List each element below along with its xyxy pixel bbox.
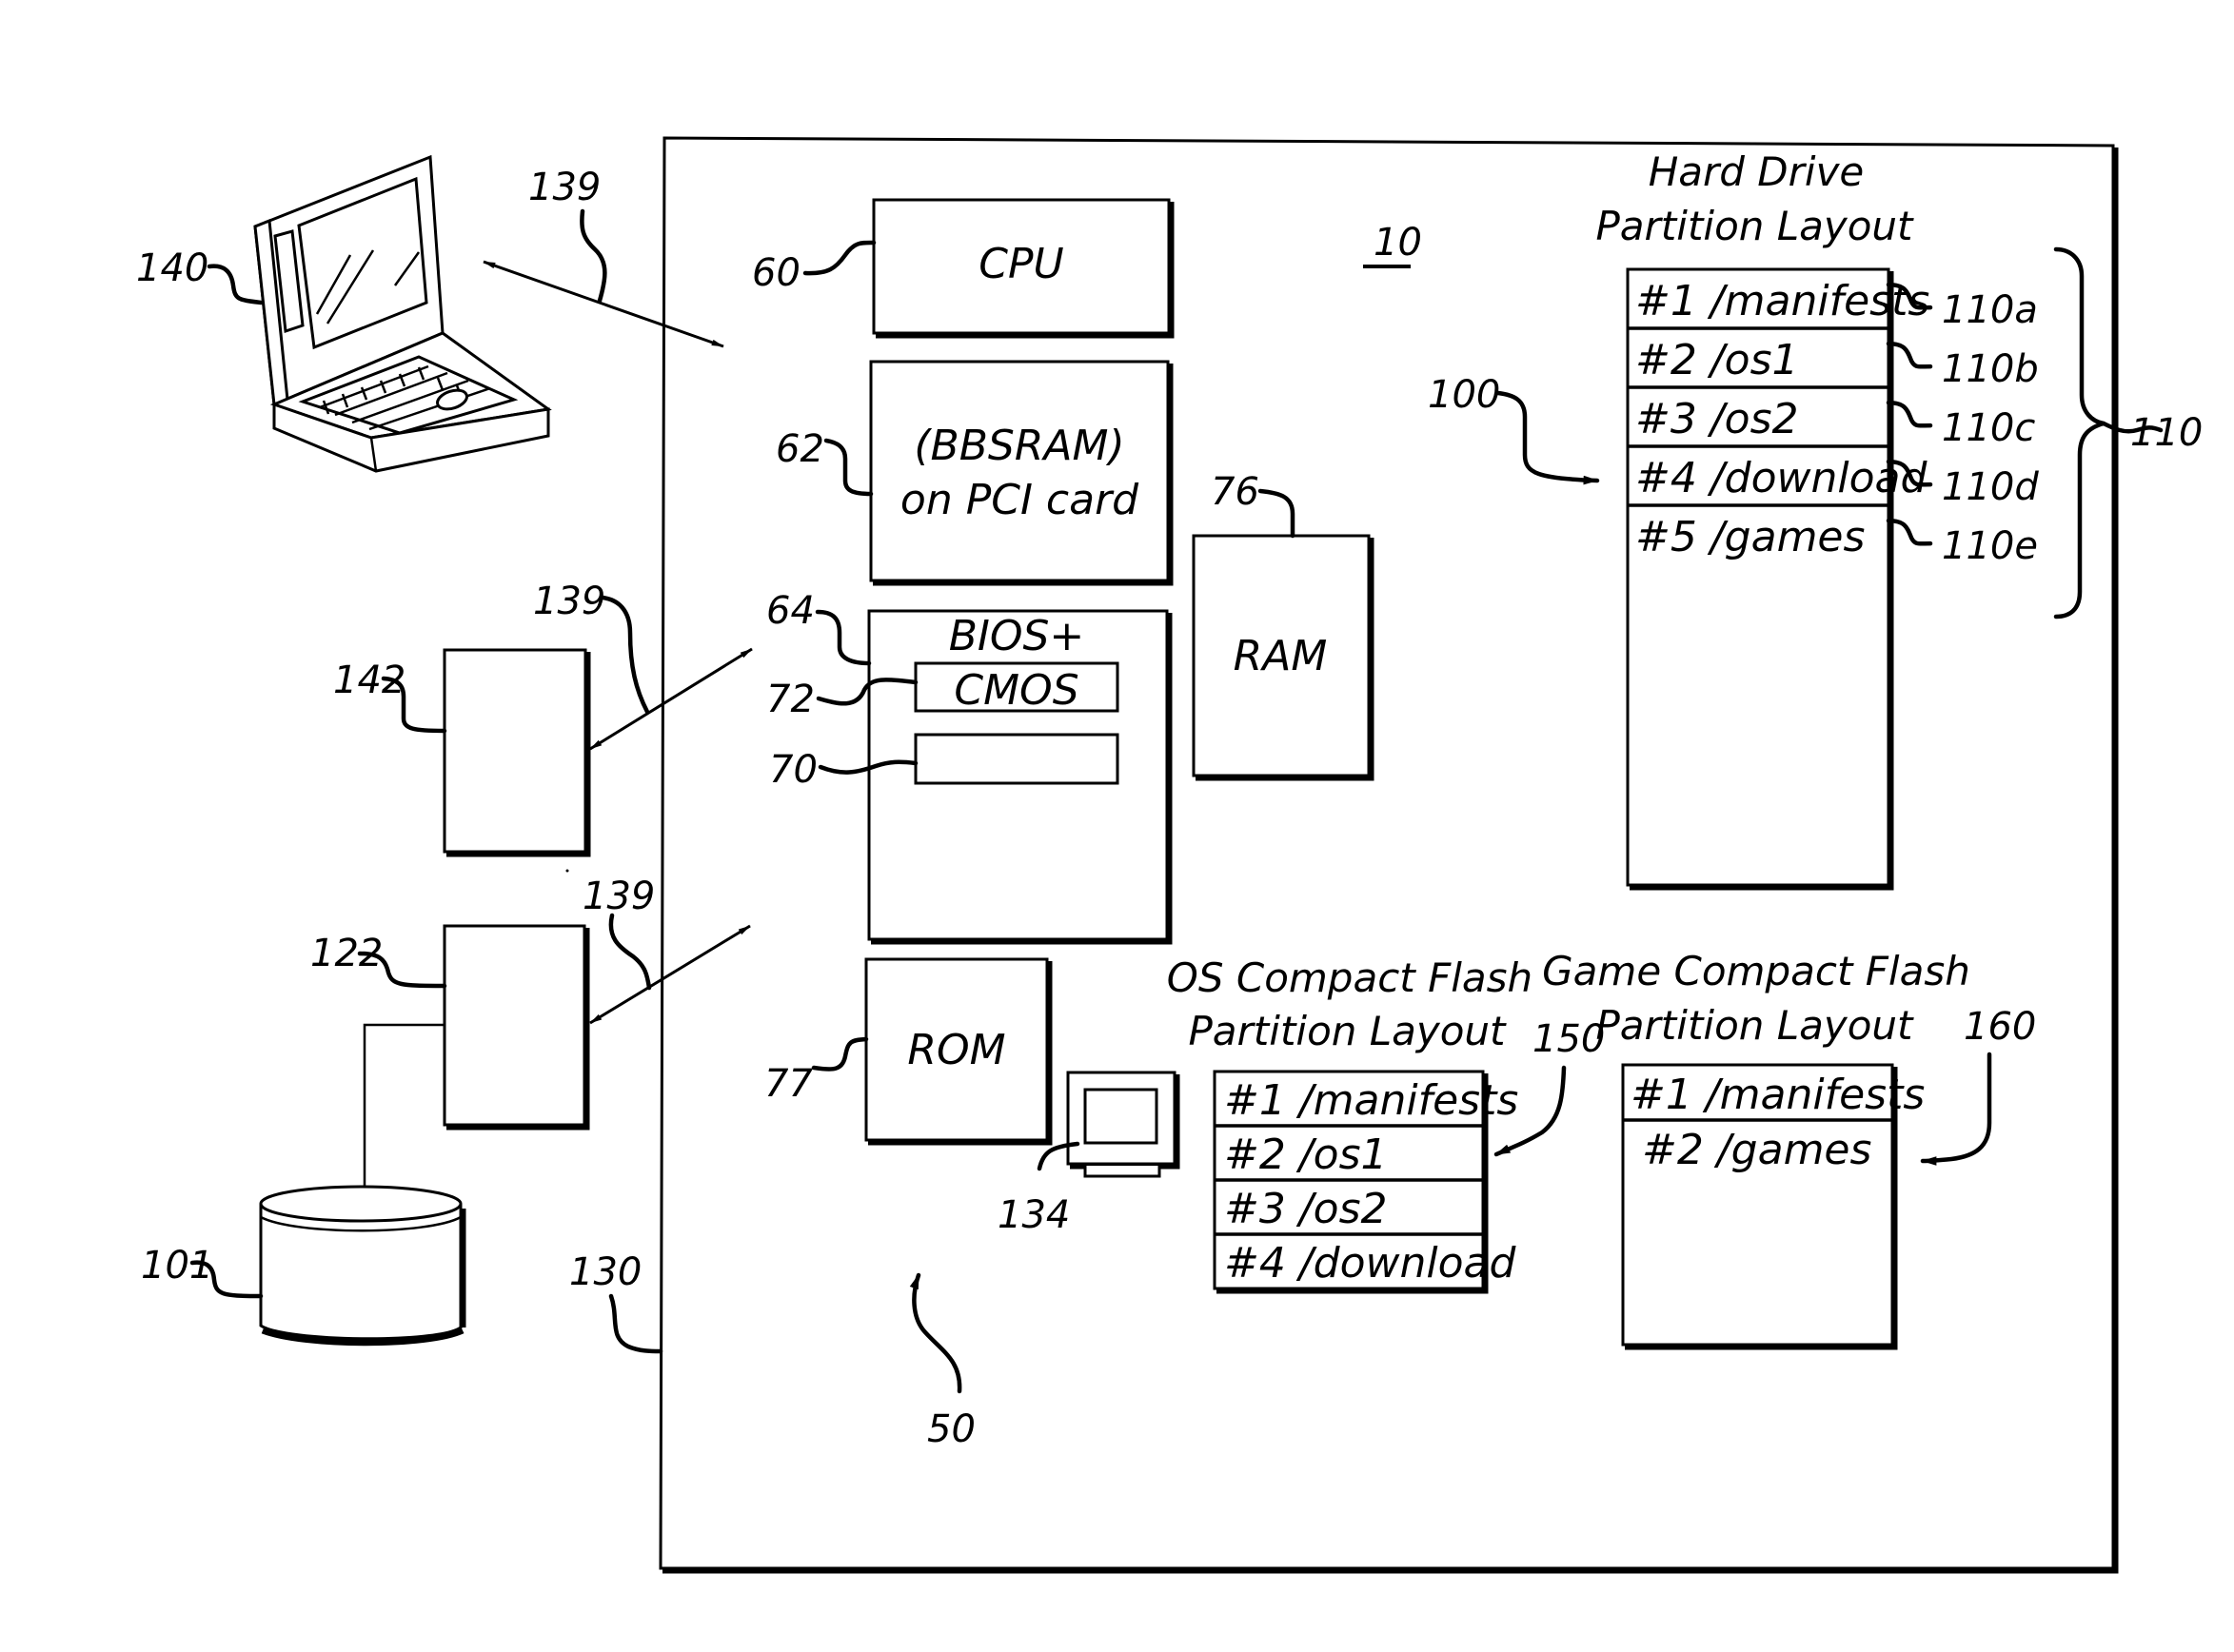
ram-block: RAM bbox=[1192, 534, 1374, 781]
partition-ref: 110e bbox=[1942, 524, 2038, 568]
ref-60: 60 bbox=[752, 251, 801, 295]
ref-139-laptop: 139 bbox=[528, 166, 601, 209]
partition-label: #3 /os2 bbox=[1224, 1185, 1388, 1233]
database-icon bbox=[259, 1185, 466, 1347]
ref-76: 76 bbox=[1211, 470, 1259, 514]
partition-label: #4 /download bbox=[1635, 454, 1928, 502]
ref-139-device: 139 bbox=[533, 580, 605, 623]
hard-drive-title-line1: Hard Drive bbox=[1649, 148, 1865, 195]
rom-label: ROM bbox=[907, 1026, 1005, 1074]
ref-62: 62 bbox=[776, 427, 824, 471]
os-flash-title-line1: OS Compact Flash bbox=[1167, 954, 1532, 1001]
partition-label: #1 /manifests bbox=[1631, 1071, 1925, 1119]
ref-140: 140 bbox=[136, 246, 208, 290]
partition-ref: 110a bbox=[1942, 288, 2038, 332]
game-flash-partition-table: #1 /manifests #2 /games bbox=[1621, 1063, 1925, 1350]
laptop-icon bbox=[253, 154, 552, 473]
server-122-ref: 122 bbox=[310, 932, 447, 989]
system-diagram: 10 130 CPU 60 (BBSRAM) on PCI card 62 BI… bbox=[136, 136, 2203, 1574]
ref-100: 100 bbox=[1428, 373, 1500, 417]
ref-160: 160 bbox=[1964, 1005, 2036, 1049]
ref-70: 70 bbox=[769, 748, 818, 792]
partition-ref: 110b bbox=[1942, 347, 2039, 391]
enclosure-ref: 130 bbox=[569, 1250, 663, 1354]
partition-label: #2 /games bbox=[1642, 1126, 1871, 1174]
partition-label: #1 /manifests bbox=[1224, 1076, 1518, 1125]
database-ref: 101 bbox=[141, 1244, 264, 1299]
game-flash-title-line1: Game Compact Flash bbox=[1542, 948, 1970, 994]
bbsram-label-line2: on PCI card bbox=[900, 476, 1139, 524]
ref-150: 150 bbox=[1532, 1017, 1605, 1061]
bios-label: BIOS+ bbox=[949, 612, 1085, 660]
ref-134: 134 bbox=[998, 1193, 1070, 1237]
ram-label: RAM bbox=[1234, 632, 1328, 680]
ref-50: 50 bbox=[927, 1407, 976, 1451]
rom-block: ROM bbox=[864, 957, 1053, 1146]
ref-72: 72 bbox=[766, 678, 815, 721]
ref-101: 101 bbox=[141, 1244, 213, 1288]
cmos-block: CMOS bbox=[914, 661, 1119, 715]
ref-64: 64 bbox=[766, 589, 815, 633]
bbsram-label-line1: (BBSRAM) bbox=[914, 422, 1124, 470]
ref-110: 110 bbox=[2130, 411, 2203, 455]
server-database-connector bbox=[363, 1023, 445, 1192]
partition-label: #2 /os1 bbox=[1224, 1131, 1388, 1179]
partition-label: #1 /manifests bbox=[1635, 277, 1929, 325]
bbsram-block: (BBSRAM) on PCI card bbox=[869, 360, 1174, 586]
laptop-ref: 140 bbox=[136, 246, 264, 305]
device-142-ref: 142 bbox=[333, 659, 447, 734]
ref-130: 130 bbox=[569, 1250, 642, 1294]
cpu-block: CPU bbox=[872, 198, 1175, 339]
stray-mark bbox=[565, 869, 569, 873]
partition-label: #5 /games bbox=[1635, 513, 1865, 561]
partition-label: #3 /os2 bbox=[1635, 395, 1799, 443]
os-flash-title-line2: Partition Layout bbox=[1188, 1008, 1507, 1054]
os-flash-partition-table: #1 /manifests #2 /os1 #3 /os2 #4 /download bbox=[1213, 1070, 1518, 1294]
cmos-label: CMOS bbox=[954, 666, 1078, 715]
monitor-icon bbox=[1066, 1071, 1180, 1178]
partition-ref: 110c bbox=[1942, 406, 2035, 450]
slot-70-block bbox=[914, 733, 1119, 785]
game-flash-title-line2: Partition Layout bbox=[1595, 1002, 1914, 1049]
ref-10: 10 bbox=[1374, 221, 1422, 265]
partition-label: #4 /download bbox=[1224, 1239, 1517, 1288]
ref-77: 77 bbox=[764, 1062, 813, 1106]
ref-139-server: 139 bbox=[583, 875, 655, 918]
hard-drive-title-line2: Partition Layout bbox=[1595, 203, 1914, 249]
cpu-label: CPU bbox=[979, 240, 1063, 288]
partition-ref: 110d bbox=[1942, 465, 2039, 509]
device-142-block bbox=[443, 648, 591, 857]
partition-label: #2 /os1 bbox=[1635, 336, 1799, 384]
server-122-block bbox=[443, 924, 590, 1131]
